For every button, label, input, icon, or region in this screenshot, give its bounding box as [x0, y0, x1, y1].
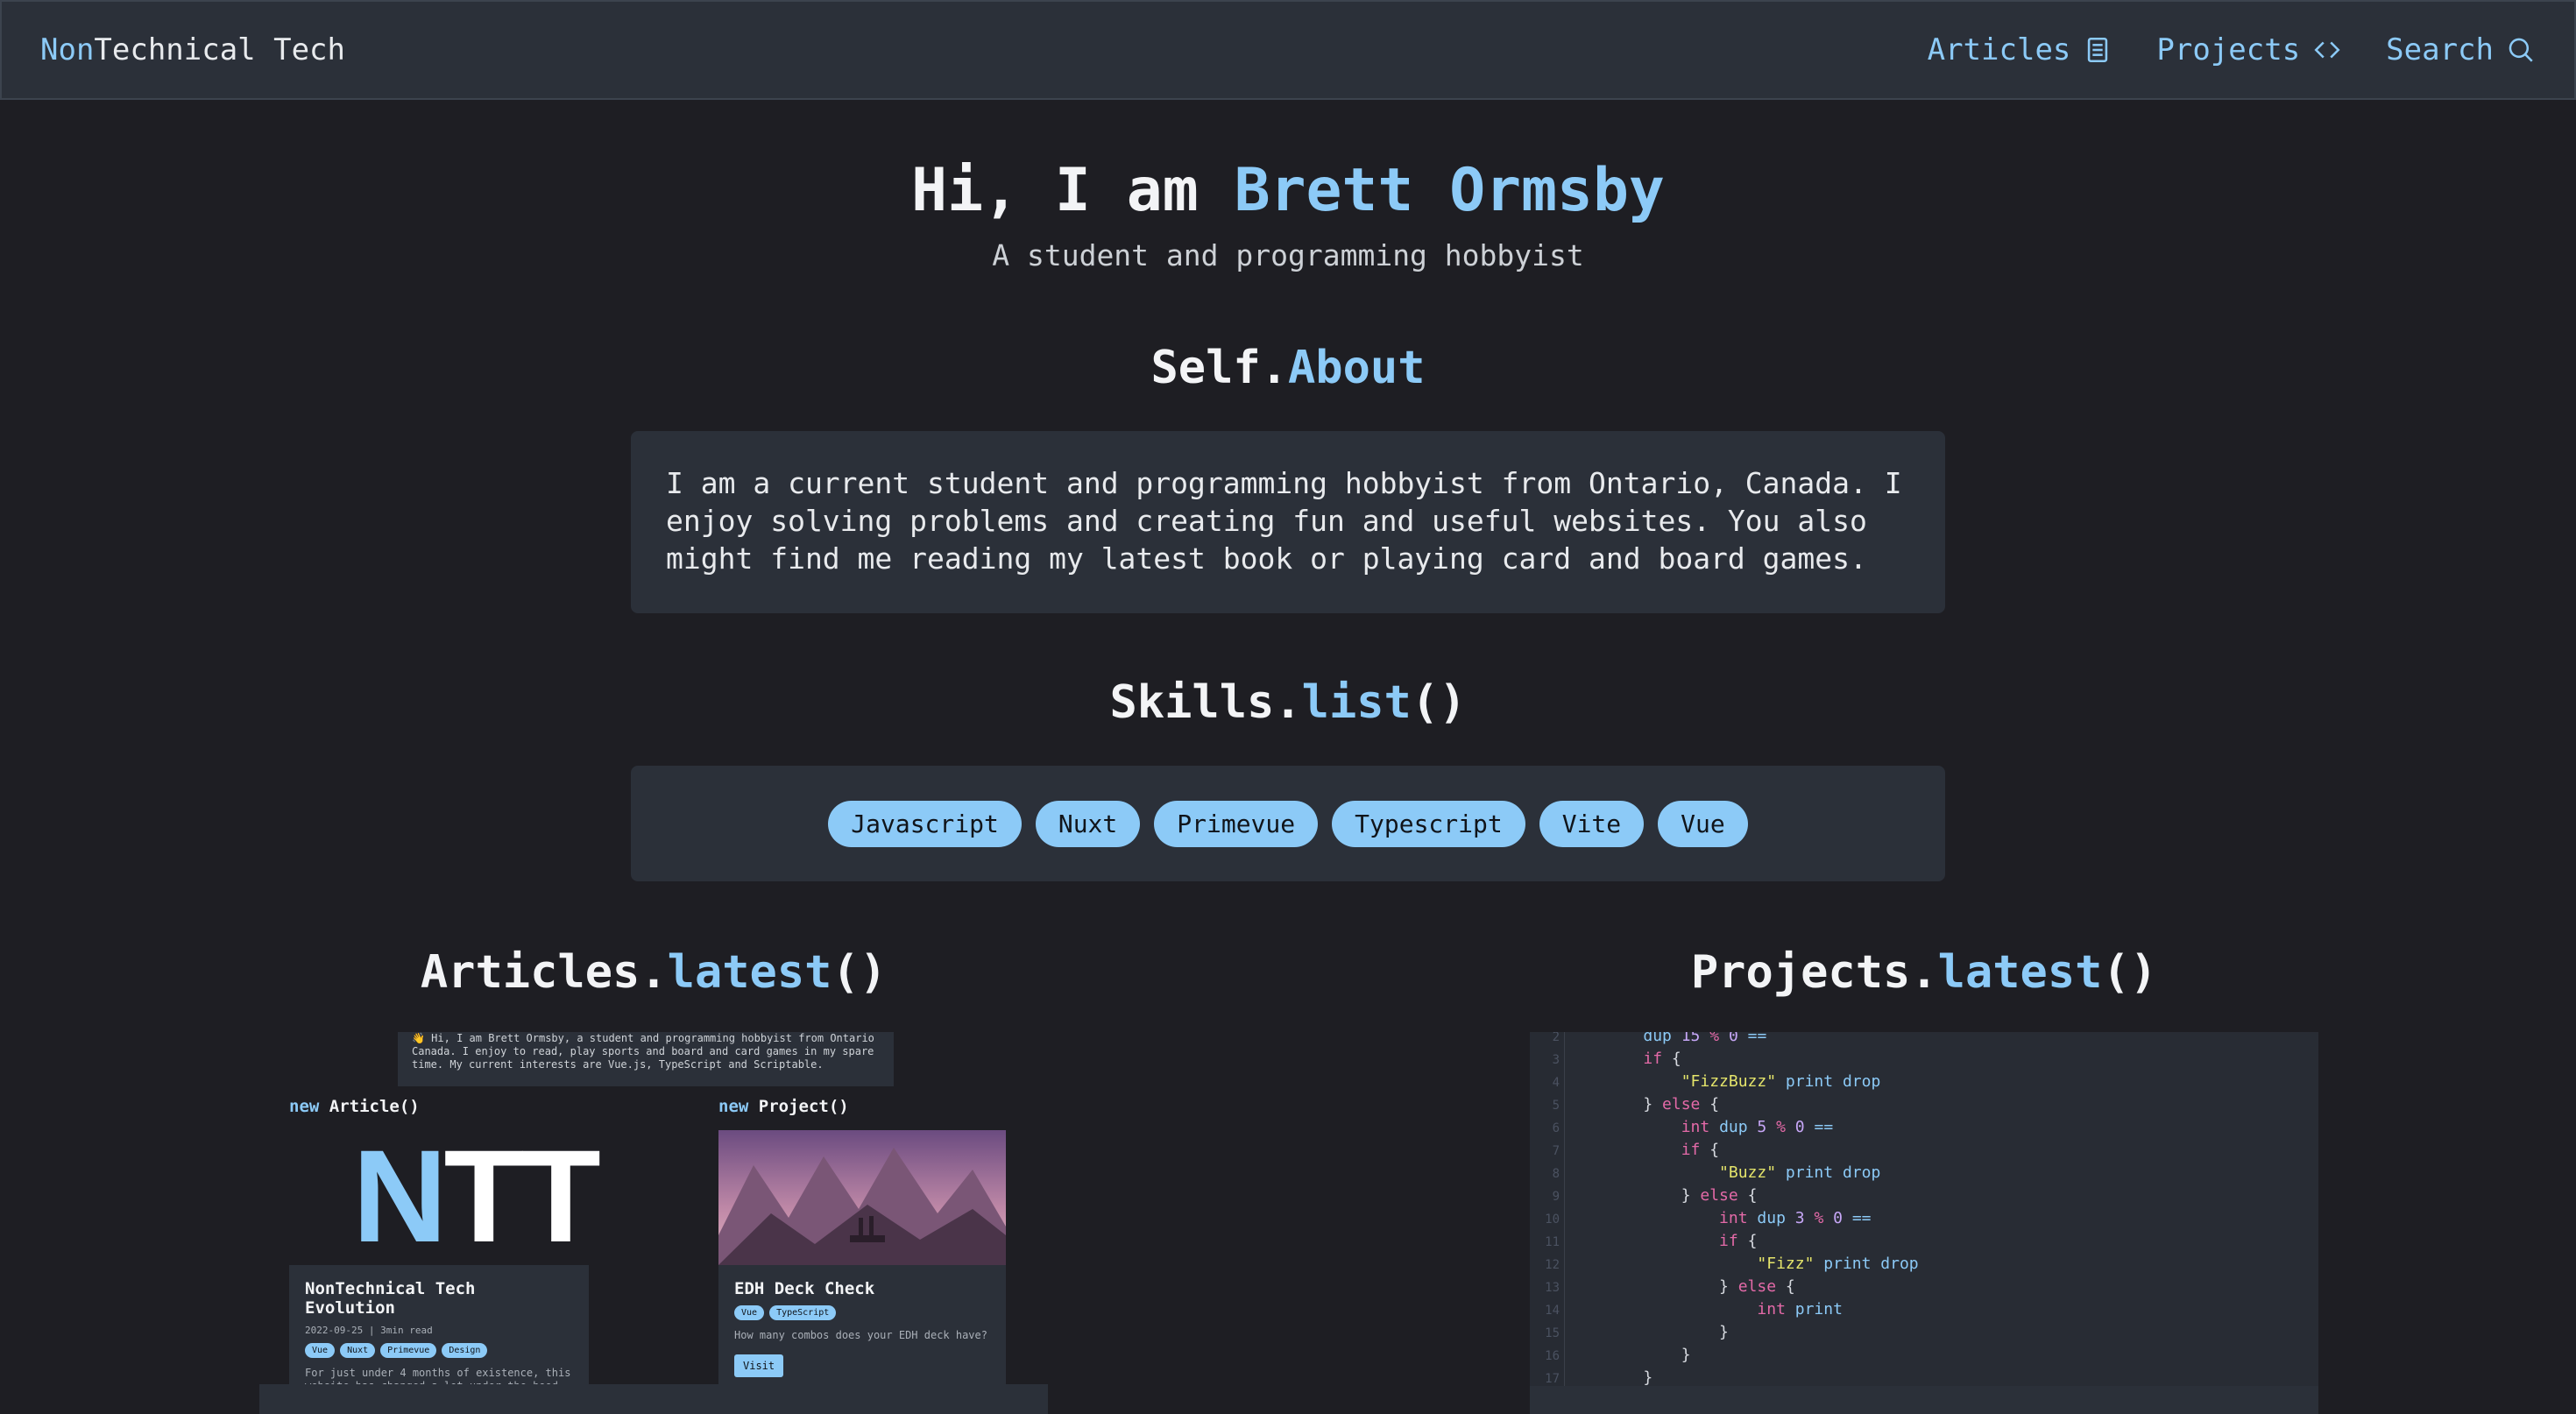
skills-title-prefix: Skills. — [1109, 676, 1302, 729]
tag-chip: Primevue — [380, 1343, 437, 1358]
skill-chip: Vue — [1658, 800, 1748, 847]
about-text: I am a current student and programming h… — [666, 466, 1902, 576]
code-line: 3 if { — [1552, 1050, 1681, 1068]
preview-scroll-bar — [259, 1384, 1048, 1414]
project-card-tags: Vue TypeScript — [734, 1305, 990, 1320]
article-card[interactable]: NonTechnical Tech Evolution 2022-09-25 |… — [289, 1265, 589, 1396]
skills-list: Javascript Nuxt Primevue Typescript Vite… — [631, 766, 1945, 881]
project-card-image — [718, 1130, 1006, 1265]
code-line: 15 } — [1545, 1323, 1729, 1341]
code-line: 13 } else { — [1545, 1277, 1795, 1296]
code-line: 10 int dup 3 % 0 == — [1545, 1209, 1872, 1227]
about-title-accent: About — [1288, 342, 1426, 394]
ntt-logo: NTT — [326, 1130, 624, 1262]
nav-links: Articles Projects Search — [1928, 32, 2536, 67]
brand-rest: Technical Tech — [94, 32, 345, 67]
skill-chip: Primevue — [1154, 800, 1319, 847]
preview-project-heading: new Project() — [718, 1097, 849, 1116]
ntt-logo-rest: TT — [443, 1122, 601, 1269]
hero-subtitle: A student and programming hobbyist — [992, 238, 1584, 272]
navbar: NonTechnical Tech Articles Projects Sear… — [0, 0, 2576, 100]
hero-greeting: Hi, I am — [911, 156, 1235, 225]
projects-title-accent: latest — [1937, 946, 2103, 999]
ntt-logo-accent: N — [352, 1122, 447, 1269]
projects-title-prefix: Projects. — [1690, 946, 1938, 999]
brand-logo[interactable]: NonTechnical Tech — [40, 32, 345, 67]
about-title: Self.About — [0, 342, 2576, 394]
code-line: 8 "Buzz" print drop — [1552, 1163, 1881, 1182]
skills-title-accent: list — [1301, 676, 1412, 729]
preview-article-heading: new Article() — [289, 1097, 420, 1116]
skill-chip: Vite — [1539, 800, 1645, 847]
articles-preview[interactable]: 👋 Hi, I am Brett Ormsby, a student and p… — [259, 1032, 1048, 1414]
project-code-preview[interactable]: 2 dup 15 % 0 == 3 if { 4 "FizzBuzz" prin… — [1530, 1032, 2318, 1414]
code-line: 2 dup 15 % 0 == — [1552, 1032, 1767, 1045]
project-card[interactable]: EDH Deck Check Vue TypeScript How many c… — [718, 1265, 1006, 1396]
code-line: 4 "FizzBuzz" print drop — [1552, 1072, 1881, 1091]
projects-title-suffix: () — [2102, 946, 2158, 999]
nav-projects-label: Projects — [2156, 32, 2301, 67]
code-line: 16 } — [1545, 1346, 1691, 1364]
code-line: 14 int print — [1545, 1300, 1843, 1319]
nav-search-label: Search — [2386, 32, 2494, 67]
skill-chip: Typescript — [1332, 800, 1525, 847]
document-icon — [2088, 37, 2108, 63]
about-title-prefix: Self. — [1150, 342, 1288, 394]
visit-button[interactable]: Visit — [734, 1354, 784, 1377]
article-head-text: Article() — [329, 1097, 420, 1116]
code-line: 12 "Fizz" print drop — [1545, 1255, 1919, 1273]
articles-title: Articles.latest() — [259, 946, 1048, 999]
skills-panel: Javascript Nuxt Primevue Typescript Vite… — [631, 766, 1945, 881]
brand-prefix: Non — [40, 32, 95, 67]
articles-title-prefix: Articles. — [420, 946, 668, 999]
code-line: 5 } else { — [1552, 1095, 1720, 1114]
search-icon — [2509, 38, 2533, 62]
article-card-tags: Vue Nuxt Primevue Design — [305, 1343, 573, 1358]
code-icon — [2314, 41, 2340, 59]
articles-title-accent: latest — [667, 946, 832, 999]
articles-title-suffix: () — [832, 946, 888, 999]
nav-search-link[interactable]: Search — [2386, 32, 2536, 67]
project-head-text: Project() — [758, 1097, 849, 1116]
project-card-title: EDH Deck Check — [734, 1279, 875, 1298]
skill-chip: Nuxt — [1035, 800, 1141, 847]
article-card-date: 2022-09-25 | 3min read — [305, 1325, 433, 1336]
code-scroll-bar — [1530, 1386, 2318, 1414]
about-panel: I am a current student and programming h… — [631, 431, 1945, 613]
tag-chip: Vue — [305, 1343, 336, 1358]
tag-chip: Design — [442, 1343, 488, 1358]
tag-chip: TypeScript — [769, 1305, 837, 1320]
article-head-keyword: new — [289, 1097, 320, 1116]
skills-title: Skills.list() — [0, 676, 2576, 729]
hero-name: Brett Ormsby — [1234, 156, 1665, 225]
nav-articles-link[interactable]: Articles — [1928, 32, 2113, 67]
tag-chip: Vue — [734, 1305, 765, 1320]
tag-chip: Nuxt — [340, 1343, 376, 1358]
projects-title: Projects.latest() — [1530, 946, 2318, 999]
preview-intro: 👋 Hi, I am Brett Ormsby, a student and p… — [398, 1032, 894, 1086]
project-head-keyword: new — [718, 1097, 749, 1116]
article-card-title: NonTechnical Tech Evolution — [305, 1279, 476, 1318]
code-line: 9 } else { — [1552, 1186, 1758, 1205]
nav-articles-label: Articles — [1927, 32, 2071, 67]
code-line: 7 if { — [1552, 1141, 1720, 1159]
nav-projects-link[interactable]: Projects — [2156, 32, 2342, 67]
skill-chip: Javascript — [828, 800, 1022, 847]
code-line: 11 if { — [1545, 1232, 1758, 1250]
skills-title-suffix: () — [1411, 676, 1467, 729]
code-line: 6 int dup 5 % 0 == — [1552, 1118, 1834, 1136]
project-card-desc: How many combos does your EDH deck have? — [734, 1329, 987, 1341]
hero-title: Hi, I am Brett Ormsby — [0, 156, 2576, 225]
